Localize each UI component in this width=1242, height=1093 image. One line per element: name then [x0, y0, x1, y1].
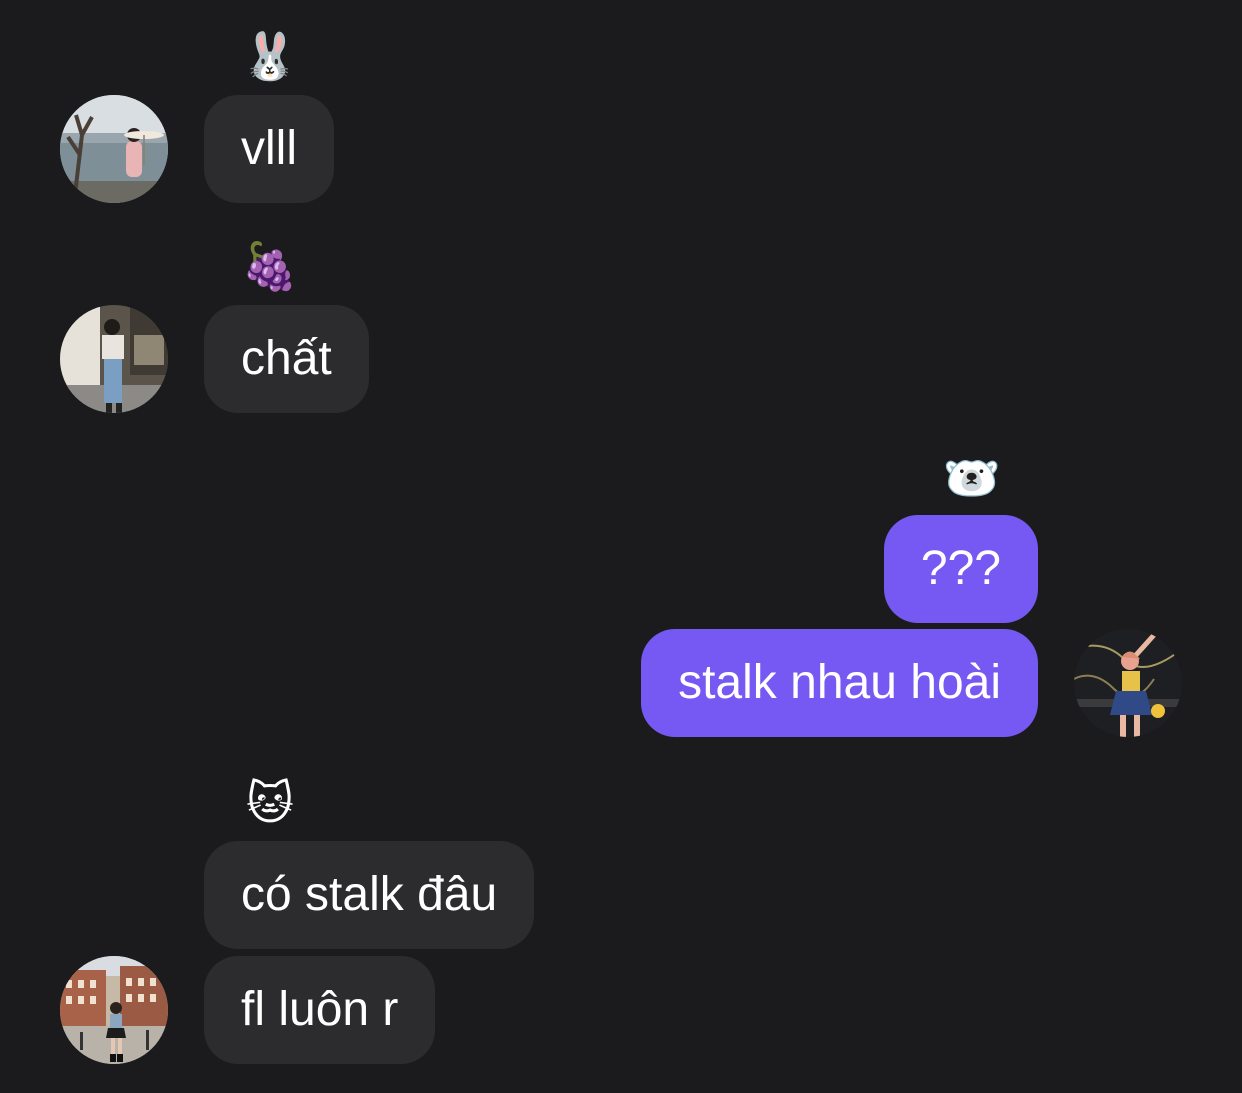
reaction-cat-emoji[interactable]: 🐱 — [240, 775, 300, 831]
avatar-city-image — [60, 956, 168, 1064]
avatar-lakeside[interactable] — [60, 95, 168, 203]
message-bubble-incoming[interactable]: vlll — [204, 95, 334, 203]
avatar-self-image — [1074, 629, 1182, 737]
avatar-street[interactable] — [60, 305, 168, 413]
message-bubble-incoming[interactable]: chất — [204, 305, 369, 413]
chat-thread: 🐰 vlll 🍇 chất — [0, 0, 1242, 1093]
avatar-self[interactable] — [1074, 629, 1182, 737]
message-bubble-incoming[interactable]: có stalk đâu — [204, 841, 535, 949]
reaction-polar-bear-emoji[interactable]: 🐻‍❄️ — [942, 450, 1002, 506]
avatar-lakeside-image — [60, 95, 168, 203]
message-bubble-outgoing[interactable]: ??? — [883, 515, 1038, 623]
reaction-rabbit-emoji[interactable]: 🐰 — [240, 28, 300, 84]
reaction-grapes-emoji[interactable]: 🍇 — [240, 238, 300, 294]
message-bubble-outgoing[interactable]: stalk nhau hoài — [641, 629, 1038, 737]
avatar-street-image — [60, 305, 168, 413]
message-bubble-incoming[interactable]: fl luôn r — [204, 956, 436, 1064]
avatar-city[interactable] — [60, 956, 168, 1064]
